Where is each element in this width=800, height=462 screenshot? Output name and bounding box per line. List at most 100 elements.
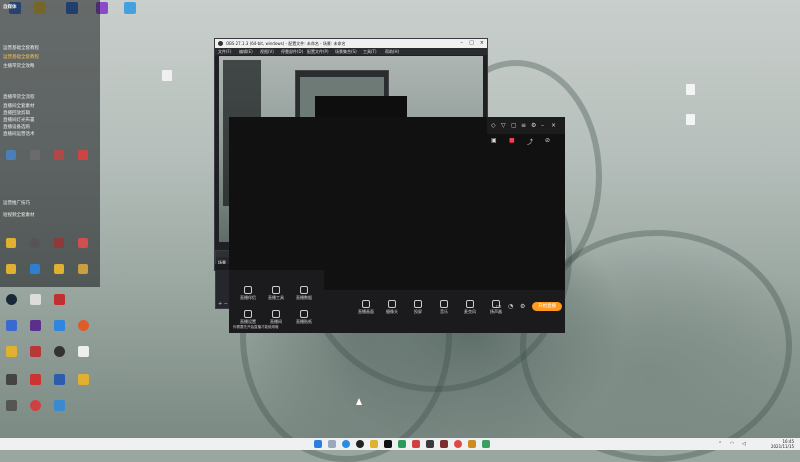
side-tool[interactable]: 直播工具	[263, 286, 289, 301]
close-icon[interactable]: ×	[551, 122, 556, 129]
taskbar: ⌃ ◠ ◁ 16:45 2021/11/15	[0, 438, 800, 450]
notes-panel[interactable]: 自媒体 运营基础全套教程 运营基础全套教程 主播带货全攻略 直播带货全流程 直播…	[0, 0, 100, 287]
menu-tools[interactable]: 工具(T)	[363, 49, 377, 55]
menu-view[interactable]: 视图(V)	[260, 49, 274, 55]
toolbar-item[interactable]: 音乐	[432, 300, 456, 315]
toolbar-item[interactable]: 麦克风	[458, 300, 482, 315]
app-icon[interactable]	[54, 150, 64, 160]
app-icon[interactable]	[78, 150, 88, 160]
app-icon[interactable]	[54, 320, 65, 331]
app-taskbar-icon[interactable]	[384, 440, 392, 448]
toolbar-label: 麦克风	[464, 309, 476, 314]
start-live-button[interactable]: 开始直播	[532, 302, 562, 311]
file-icon[interactable]	[686, 114, 695, 125]
menu-edit[interactable]: 编辑(E)	[239, 49, 253, 55]
app-icon[interactable]	[30, 400, 41, 411]
obs-title-bar[interactable]: OBS 27.1.3 (64-bit, windows) - 配置文件: 未命名…	[215, 39, 487, 48]
toolbar-item[interactable]: 摄像头	[380, 300, 404, 315]
app-taskbar-icon[interactable]	[468, 440, 476, 448]
app-icon[interactable]	[30, 374, 41, 385]
folder-icon[interactable]	[78, 264, 88, 274]
app-icon[interactable]	[30, 264, 40, 274]
app-icon[interactable]	[30, 238, 40, 248]
volume-icon[interactable]: ◁	[742, 441, 746, 447]
menu-icon[interactable]: ≡	[521, 122, 526, 129]
video-icon[interactable]: ▭	[496, 303, 502, 310]
file-icon[interactable]	[162, 70, 172, 81]
search-icon[interactable]	[328, 440, 336, 448]
side-tool[interactable]: 直播设置	[235, 310, 261, 325]
app-icon[interactable]	[78, 346, 89, 357]
toolbar-item[interactable]: 直播画面	[354, 300, 378, 315]
menu-scene-collection[interactable]: 场景集合(S)	[335, 49, 357, 55]
notes-line: 直播间全套素材	[3, 104, 35, 109]
chevron-up-icon[interactable]: ⌃	[718, 441, 722, 447]
folder-icon[interactable]	[6, 264, 16, 274]
side-tool[interactable]: 直播贴纸	[291, 310, 317, 325]
side-tool[interactable]: 直播伴侣	[235, 286, 261, 301]
app-icon[interactable]	[78, 238, 88, 248]
app-icon[interactable]	[6, 400, 17, 411]
app-icon[interactable]	[78, 320, 89, 331]
desktop-icon[interactable]	[120, 2, 140, 14]
app-icon[interactable]	[6, 320, 17, 331]
bell-icon[interactable]: ◇	[491, 122, 496, 129]
app-icon[interactable]	[54, 346, 65, 357]
start-icon[interactable]	[314, 440, 322, 448]
app-icon[interactable]	[6, 150, 16, 160]
cursor-icon	[356, 398, 362, 405]
menu-file[interactable]: 文件(F)	[218, 49, 231, 55]
app-icon[interactable]	[30, 320, 41, 331]
app-taskbar-icon[interactable]	[482, 440, 490, 448]
app-icon[interactable]	[54, 294, 65, 305]
side-tool[interactable]: 直播间	[263, 310, 289, 325]
link-icon[interactable]: ⊘	[545, 137, 550, 144]
app-side-tools: 直播伴侣 直播工具 直播数据 直播设置 直播间 直播贴纸 你需要先开始直播才能使…	[229, 270, 324, 333]
app-icon[interactable]	[54, 374, 65, 385]
app-icon[interactable]	[6, 374, 17, 385]
app-taskbar-icon[interactable]	[454, 440, 462, 448]
obs-logo-icon	[218, 41, 223, 46]
signal-icon[interactable]: ◔	[508, 303, 513, 310]
camera-icon	[388, 300, 396, 308]
app-icon[interactable]	[30, 294, 41, 305]
minimize-icon[interactable]: –	[461, 40, 464, 46]
folder-icon[interactable]	[54, 264, 64, 274]
close-icon[interactable]: ×	[480, 40, 484, 46]
maximize-icon[interactable]: □	[469, 40, 474, 46]
app-taskbar-icon[interactable]	[426, 440, 434, 448]
gear-icon[interactable]: ⚙	[520, 303, 525, 310]
tool-icon	[300, 310, 308, 318]
minimize-icon[interactable]: –	[541, 122, 544, 129]
network-icon[interactable]: ◠	[730, 441, 734, 447]
menu-profile[interactable]: 配置文件(P)	[307, 49, 329, 55]
notes-line: 直播间运营话术	[3, 132, 35, 137]
obs-taskbar-icon[interactable]	[356, 440, 364, 448]
menu-docks[interactable]: 停靠部件(D)	[281, 49, 303, 55]
toolbar-item[interactable]: 投屏	[406, 300, 430, 315]
folder-icon[interactable]	[6, 238, 16, 248]
app-icon[interactable]	[54, 400, 65, 411]
app-taskbar-icon[interactable]	[412, 440, 420, 448]
folder-icon[interactable]	[6, 346, 17, 357]
gift-icon[interactable]: ■	[509, 137, 515, 144]
taskbar-clock[interactable]: 16:45 2021/11/15	[771, 439, 794, 449]
app-icon[interactable]	[30, 346, 41, 357]
app-taskbar-icon[interactable]	[440, 440, 448, 448]
app-icon[interactable]	[54, 238, 64, 248]
shield-icon[interactable]: ▽	[501, 122, 506, 129]
file-icon[interactable]	[686, 84, 695, 95]
folder-icon[interactable]	[370, 440, 378, 448]
edge-icon[interactable]	[342, 440, 350, 448]
app-tip: 你需要先开始直播才能使用哦	[233, 325, 279, 329]
app-taskbar-icon[interactable]	[398, 440, 406, 448]
folder-icon[interactable]	[78, 374, 89, 385]
menu-help[interactable]: 帮助(H)	[385, 49, 399, 55]
message-icon[interactable]: ▢	[511, 122, 517, 129]
app-icon[interactable]	[30, 150, 40, 160]
steam-icon[interactable]	[6, 294, 17, 305]
share-icon[interactable]: ⤴	[527, 137, 533, 146]
side-tool[interactable]: 直播数据	[291, 286, 317, 301]
settings-icon[interactable]: ⚙	[531, 122, 536, 129]
tool-icon[interactable]: ▣	[491, 137, 497, 144]
